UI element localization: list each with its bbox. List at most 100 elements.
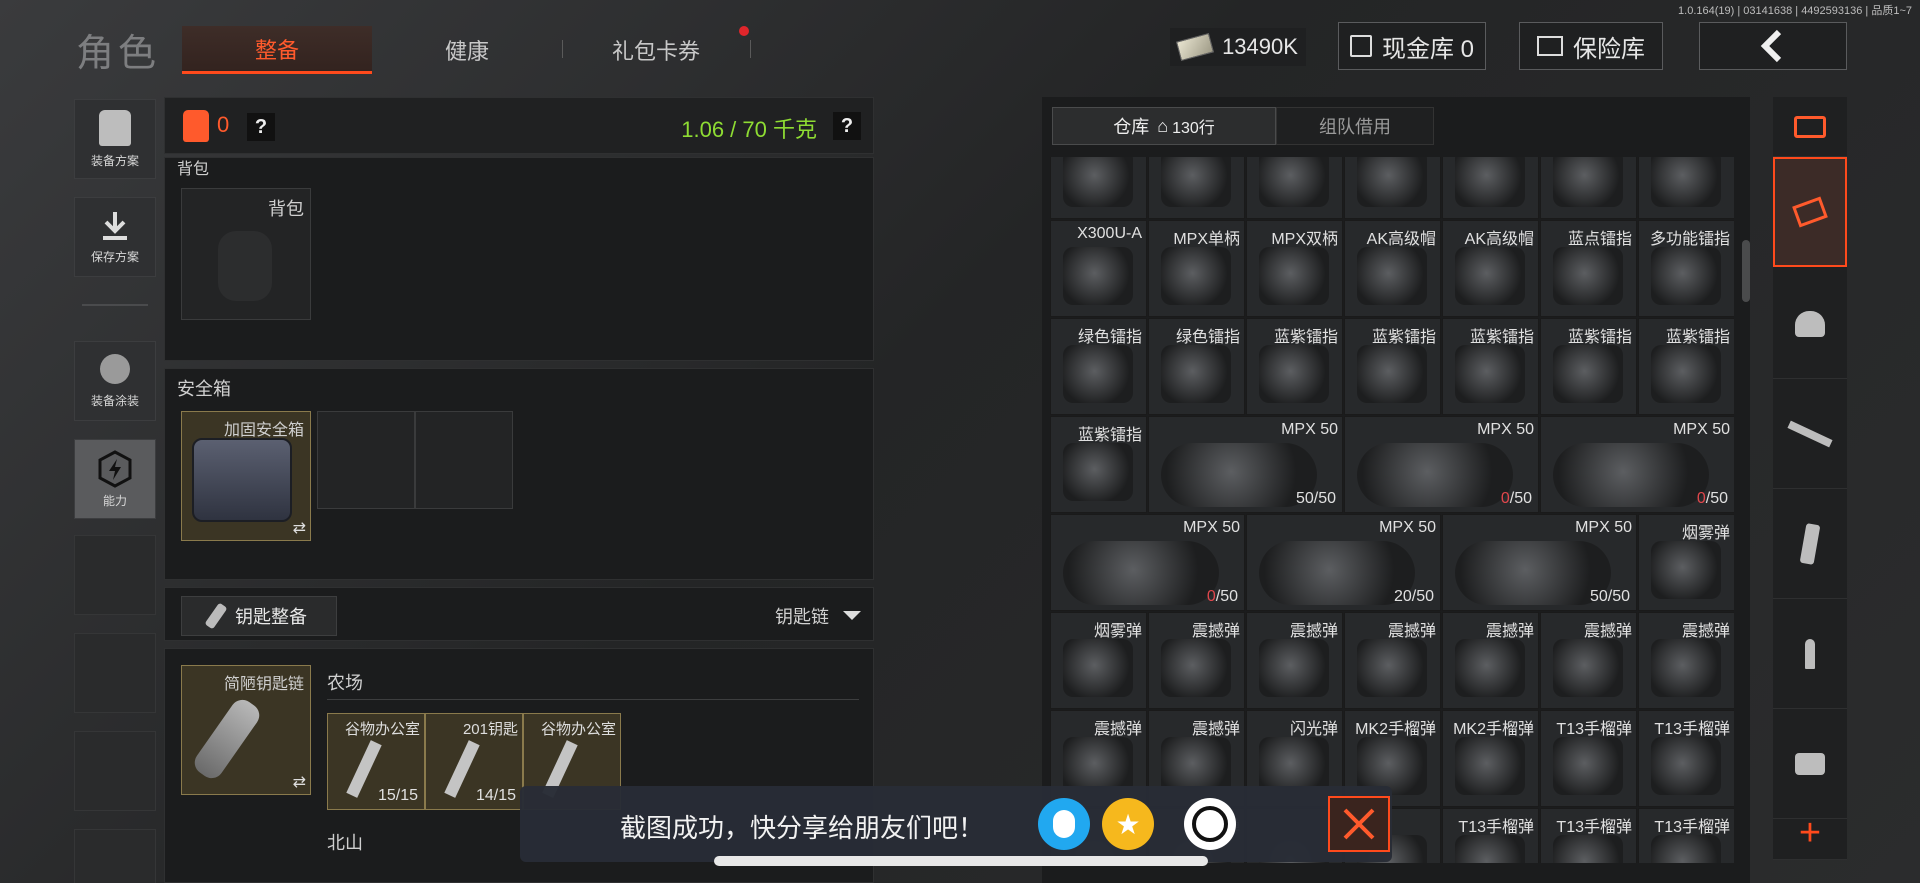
inventory-item[interactable]	[1442, 157, 1539, 219]
magazine-icon[interactable]	[1773, 489, 1847, 599]
tab-warehouse[interactable]: 仓库 ⌂ 130行	[1052, 107, 1276, 145]
inventory-item[interactable]: T13手榴弹	[1442, 808, 1539, 863]
keychain-dropdown[interactable]: 钥匙链	[775, 596, 863, 636]
insurance-vault-button[interactable]: 保险库	[1519, 22, 1663, 70]
item-icon	[1357, 247, 1427, 305]
inventory-item[interactable]: MPX 50 0/50	[1050, 514, 1245, 611]
inventory-item[interactable]: 蓝紫镭指	[1344, 318, 1441, 415]
item-name: MPX双柄	[1271, 231, 1338, 248]
item-icon	[1259, 345, 1329, 403]
inventory-item[interactable]: T13手榴弹	[1638, 710, 1734, 807]
inventory-item[interactable]	[1344, 157, 1441, 219]
inventory-item[interactable]: T13手榴弹	[1540, 808, 1637, 863]
tab-gift-coupons[interactable]: 礼包卡券	[563, 26, 749, 74]
inventory-item[interactable]: AK高级帽	[1344, 220, 1441, 317]
rifle-icon[interactable]	[1773, 379, 1847, 489]
inventory-item[interactable]: 多功能镭指	[1638, 220, 1734, 317]
tab-team-borrow[interactable]: 组队借用	[1276, 107, 1434, 145]
key-slot[interactable]: 谷物办公室 15/15	[327, 713, 425, 810]
inventory-item[interactable]: MPX 50 0/50	[1540, 416, 1734, 513]
swap-icon[interactable]: ⇄	[293, 772, 306, 792]
secure-case-icon	[192, 438, 292, 522]
inventory-item[interactable]: 蓝点镭指	[1540, 220, 1637, 317]
save-plan-button[interactable]: 保存方案	[74, 197, 156, 277]
inventory-item[interactable]: 烟雾弹	[1050, 612, 1147, 709]
weight-help-icon[interactable]: ?	[833, 112, 861, 140]
inventory-item[interactable]: 蓝紫镭指	[1638, 318, 1734, 415]
back-button[interactable]	[1699, 22, 1847, 70]
loadout-plan-button[interactable]: 装备方案	[74, 99, 156, 179]
secure-container-slot[interactable]: 加固安全箱 ⇄	[181, 411, 311, 541]
inventory-item[interactable]: MPX 50 50/50	[1442, 514, 1637, 611]
inventory-item[interactable]: MPX 50 0/50	[1344, 416, 1539, 513]
help-icon[interactable]: ?	[247, 113, 275, 141]
inventory-item[interactable]: 蓝紫镭指	[1442, 318, 1539, 415]
inventory-item[interactable]: MPX单柄	[1148, 220, 1245, 317]
scrollbar-thumb[interactable]	[1742, 240, 1750, 302]
item-name: AK高级帽	[1464, 231, 1534, 248]
backpack-section: 背包 背包	[164, 157, 874, 361]
tab-health[interactable]: 健康	[372, 26, 562, 74]
inventory-item[interactable]: 震撼弹	[1148, 612, 1245, 709]
inventory-item[interactable]: MPX 50 50/50	[1148, 416, 1343, 513]
swap-icon[interactable]: ⇄	[293, 518, 306, 538]
inventory-item[interactable]	[1148, 157, 1245, 219]
inventory-item[interactable]: T13手榴弹	[1540, 710, 1637, 807]
item-icon	[1357, 157, 1427, 207]
inventory-item[interactable]: 震撼弹	[1540, 612, 1637, 709]
close-icon	[1343, 808, 1375, 840]
inventory-item[interactable]: 绿色镭指	[1050, 318, 1147, 415]
warehouse-grid: 接 X300U-A MPX单柄 MPX双柄 AK高级帽 AK高级帽 蓝点镭指多功能镭指绿色镭…	[1050, 157, 1734, 863]
helmet-icon[interactable]	[1773, 269, 1847, 379]
qq-share-icon[interactable]	[1038, 798, 1090, 850]
stack-icon[interactable]	[1773, 157, 1847, 267]
armor-count: 0	[217, 112, 230, 137]
secure-section-title: 安全箱	[177, 379, 231, 399]
item-name: 蓝紫镭指	[1371, 329, 1436, 346]
inventory-item[interactable]: MPX 50 20/50	[1246, 514, 1441, 611]
inventory-item[interactable]: 震撼弹	[1344, 612, 1441, 709]
empty-slot[interactable]	[317, 411, 415, 509]
inventory-item[interactable]	[1540, 157, 1637, 219]
qzone-share-icon[interactable]: ★	[1102, 798, 1154, 850]
ability-button[interactable]: 能力	[74, 439, 156, 519]
inventory-item[interactable]: 震撼弹	[1638, 612, 1734, 709]
keychain-dropdown-label: 钥匙链	[775, 607, 829, 627]
cash-vault-button[interactable]: 现金库 0	[1338, 22, 1486, 70]
key-slot[interactable]: 201钥匙 14/15	[425, 713, 523, 810]
inventory-item[interactable]: 烟雾弹	[1638, 514, 1734, 611]
inventory-item[interactable]: MK2手榴弹	[1442, 710, 1539, 807]
add-category-button[interactable]: +	[1773, 807, 1847, 860]
inventory-item[interactable]	[1638, 157, 1734, 219]
item-icon	[1161, 247, 1231, 305]
inventory-item[interactable]: 蓝紫镭指	[1540, 318, 1637, 415]
item-icon	[1161, 345, 1231, 403]
inventory-item[interactable]	[1050, 157, 1147, 219]
chevron-down-icon	[843, 611, 861, 620]
inventory-item[interactable]: 绿色镭指	[1148, 318, 1245, 415]
inventory-item[interactable]: MPX双柄	[1246, 220, 1343, 317]
inventory-item[interactable]: 蓝紫镭指	[1246, 318, 1343, 415]
empty-slot[interactable]	[415, 411, 513, 509]
close-toast-button[interactable]	[1328, 796, 1390, 852]
keychain-slot[interactable]: 简陋钥匙链 ⇄	[181, 665, 311, 795]
inventory-item[interactable]: 震撼弹	[1442, 612, 1539, 709]
chevron-left-icon	[1760, 29, 1782, 63]
inventory-item[interactable]: 震撼弹	[1246, 612, 1343, 709]
inventory-item[interactable]: 蓝紫镭指	[1050, 416, 1147, 513]
inventory-item[interactable]: X300U-A	[1050, 220, 1147, 317]
key-icon	[444, 740, 480, 798]
stack-refresh-icon[interactable]	[1773, 97, 1847, 157]
backpack-slot[interactable]: 背包	[181, 188, 311, 320]
bullet-icon[interactable]	[1773, 599, 1847, 709]
inventory-item[interactable]: AK高级帽	[1442, 220, 1539, 317]
key-setup-button[interactable]: 钥匙整备	[181, 596, 337, 636]
item-icon	[1357, 345, 1427, 403]
tab-loadout[interactable]: 整备	[182, 26, 372, 74]
equipment-skin-button[interactable]: 装备涂装	[74, 341, 156, 421]
scope-icon[interactable]	[1773, 709, 1847, 819]
inventory-item[interactable]: T13手榴弹	[1638, 808, 1734, 863]
item-icon	[1455, 157, 1525, 207]
inventory-item[interactable]: 接	[1246, 157, 1343, 219]
app-share-icon[interactable]	[1184, 798, 1236, 850]
